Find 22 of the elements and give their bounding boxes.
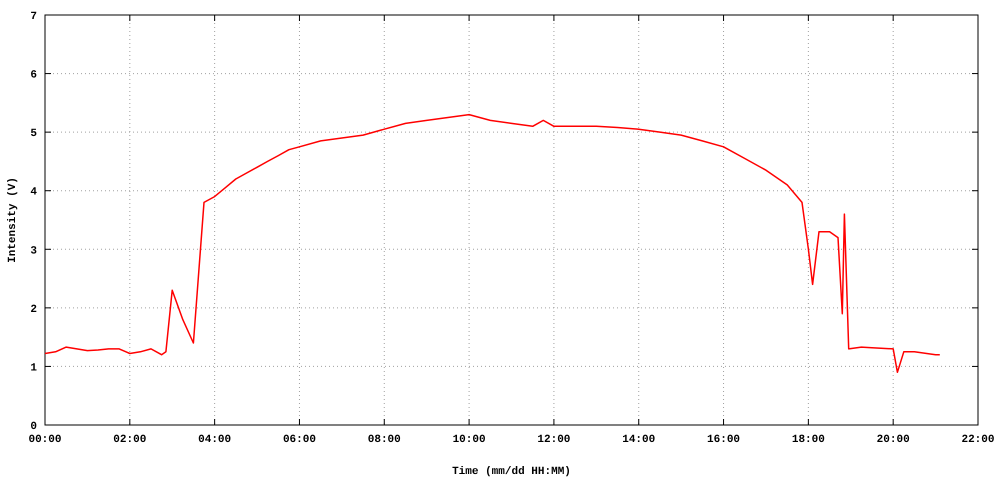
y-tick-label: 0	[30, 421, 37, 433]
x-tick-label: 14:00	[622, 434, 656, 446]
x-tick-label: 10:00	[452, 434, 486, 446]
x-tick-label: 04:00	[198, 434, 232, 446]
x-tick-label: 06:00	[282, 434, 316, 446]
x-tick-label: 16:00	[707, 434, 740, 446]
x-tick-label: 20:00	[876, 434, 910, 446]
y-tick-label: 1	[30, 362, 37, 374]
y-tick-label: 2	[30, 304, 37, 316]
y-tick-label: 4	[30, 186, 37, 199]
y-tick-label: 5	[30, 128, 37, 140]
y-axis-title: Intensity (V)	[7, 177, 19, 263]
x-tick-label: 00:00	[28, 434, 62, 446]
y-tick-label: 3	[30, 245, 37, 258]
y-tick-label: 6	[30, 70, 37, 82]
x-tick-label: 18:00	[792, 434, 825, 446]
y-tick-label: 7	[30, 11, 37, 23]
x-axis-title: Time (mm/dd HH:MM)	[452, 466, 571, 478]
x-tick-label: 22:00	[962, 434, 994, 446]
x-tick-label: 08:00	[368, 434, 401, 446]
x-tick-label: 02:00	[113, 434, 146, 446]
x-tick-label: 12:00	[537, 434, 570, 446]
